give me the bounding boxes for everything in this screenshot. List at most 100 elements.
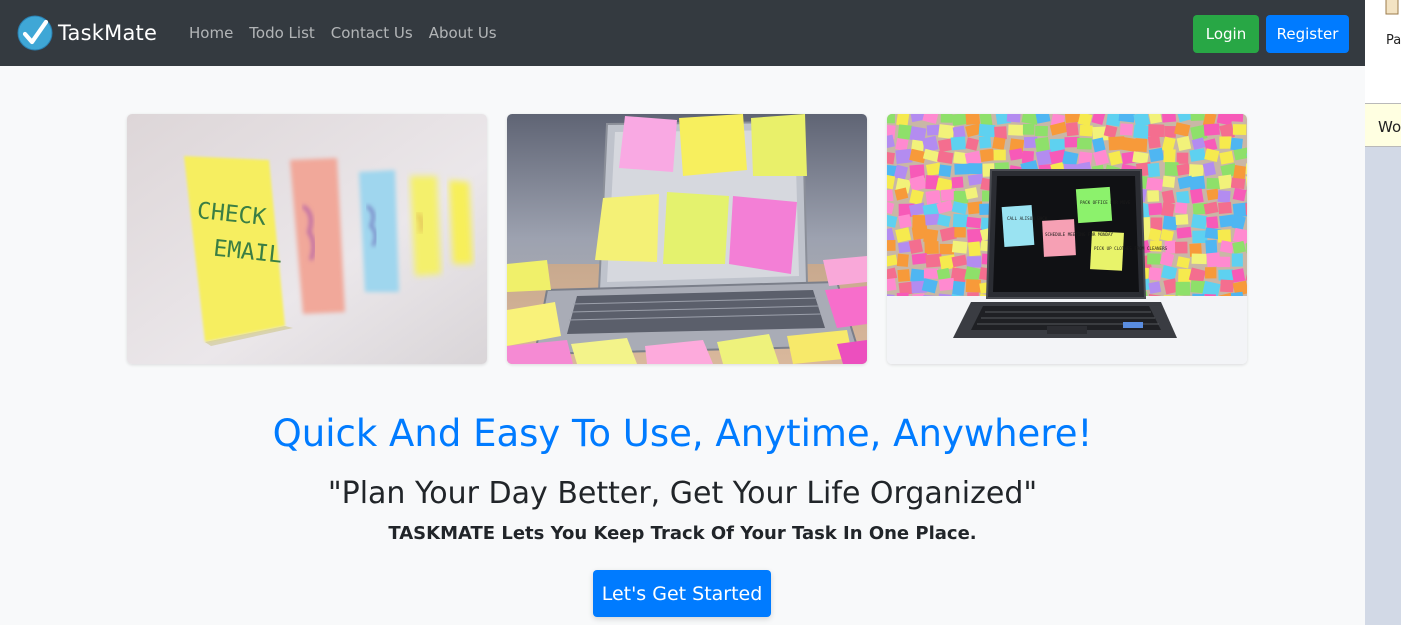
wall-sticky-note: [1035, 125, 1048, 137]
wall-sticky-note: [968, 163, 983, 175]
wall-sticky-note: [1231, 114, 1244, 122]
wall-sticky-note: [1079, 124, 1093, 137]
register-button[interactable]: Register: [1266, 15, 1349, 53]
wall-sticky-note: [1148, 124, 1165, 138]
wall-sticky-note: [925, 253, 943, 268]
wall-sticky-note: [1175, 281, 1191, 296]
wall-sticky-note: [1205, 267, 1217, 279]
sticky-notes-illustration: CHECK EMAIL: [127, 114, 487, 364]
wall-sticky-note: [1206, 216, 1219, 230]
wall-sticky-note: [940, 114, 953, 123]
wall-sticky-note: [1147, 135, 1161, 149]
laptop-sticky-notes-illustration: [507, 114, 867, 364]
brand-name: TaskMate: [58, 21, 158, 45]
wall-sticky-note: [1147, 190, 1160, 202]
nav-links: Home Todo List Contact Us About Us: [189, 24, 497, 42]
wall-sticky-note: [1188, 175, 1206, 191]
wall-sticky-note: [1217, 229, 1232, 243]
wall-sticky-note: [897, 241, 911, 254]
wall-sticky-note: [895, 137, 909, 152]
wall-sticky-note: [1162, 175, 1176, 188]
wall-sticky-note: [1232, 164, 1247, 181]
wall-sticky-note: [938, 277, 955, 291]
wall-sticky-note: [1190, 114, 1205, 122]
wall-sticky-note: [1161, 114, 1177, 123]
wall-sticky-note: [965, 279, 981, 293]
wall-sticky-note: [1218, 174, 1233, 190]
screen-note-call-alison: CALL ALISON BACK: [1007, 216, 1048, 221]
wall-sticky-note: [908, 238, 924, 254]
wall-sticky-note: [978, 123, 996, 138]
wall-sticky-note: [1206, 188, 1220, 201]
wall-sticky-note: [1064, 114, 1081, 124]
wall-sticky-note: [1231, 253, 1243, 267]
wall-sticky-note: [1175, 214, 1189, 226]
wall-sticky-note: [1219, 240, 1234, 254]
wall-sticky-note: [1191, 253, 1207, 265]
login-button[interactable]: Login: [1193, 15, 1259, 53]
wall-sticky-note: [1220, 279, 1234, 293]
wall-sticky-note: [1219, 150, 1234, 165]
wall-sticky-note: [896, 253, 909, 267]
wall-sticky-note: [898, 214, 912, 229]
wall-sticky-note: [952, 213, 969, 229]
wall-sticky-note: [950, 136, 967, 151]
wall-sticky-note: [1218, 269, 1234, 281]
wall-sticky-note: [1217, 190, 1231, 203]
wall-sticky-note: [1148, 267, 1162, 281]
wall-sticky-note: [1176, 152, 1189, 164]
wall-sticky-note: [911, 253, 928, 265]
wall-sticky-note: [1147, 253, 1161, 265]
wall-sticky-note: [1232, 187, 1247, 202]
wall-sticky-note: [1022, 123, 1035, 135]
wall-sticky-note: [951, 114, 968, 126]
laptop-covered-sticky-notes-photo: [507, 114, 867, 364]
wall-sticky-note: [979, 148, 995, 162]
wall-sticky-note: [1145, 177, 1164, 192]
wall-sticky-note: [924, 241, 939, 255]
wall-sticky-note: [938, 164, 952, 177]
hero-quote: "Plan Your Day Better, Get Your Life Org…: [327, 476, 1038, 511]
wall-sticky-note: [1006, 114, 1021, 123]
wall-sticky-note: [1162, 215, 1178, 231]
wall-sticky-note: [1189, 188, 1204, 204]
wall-sticky-note: [1062, 150, 1079, 167]
nav-link-home[interactable]: Home: [189, 24, 233, 42]
brand-logo-link[interactable]: TaskMate: [17, 15, 157, 51]
wall-sticky-note: [1076, 137, 1092, 150]
wall-sticky-note: [968, 241, 981, 257]
wall-sticky-note: [1009, 148, 1024, 161]
wall-sticky-note: [926, 124, 941, 136]
checkmark-logo-icon: [17, 15, 53, 51]
adjacent-window-edge: Pa Wo: [1365, 0, 1401, 625]
nav-link-todo-list[interactable]: Todo List: [249, 24, 314, 42]
get-started-button[interactable]: Let's Get Started: [593, 570, 771, 617]
nav-link-about-us[interactable]: About Us: [429, 24, 497, 42]
wall-sticky-note: [954, 163, 970, 175]
wall-sticky-note: [938, 124, 955, 139]
wall-sticky-note: [1164, 125, 1176, 138]
wall-sticky-note: [1148, 147, 1165, 163]
wall-sticky-note: [992, 136, 1006, 150]
screen-note-schedule-meeting: SCHEDULE MEETING FOR MONDAY: [1045, 232, 1114, 237]
wall-sticky-note: [1191, 214, 1208, 230]
wall-sticky-note: [1161, 202, 1175, 217]
wall-sticky-note: [1174, 241, 1188, 254]
nav-link-contact-us[interactable]: Contact Us: [331, 24, 413, 42]
wall-sticky-note: [1134, 138, 1148, 153]
wall-sticky-note: [939, 243, 955, 255]
wall-sticky-note: [1176, 226, 1192, 239]
wall-sticky-note: [1219, 136, 1232, 149]
laptop-sticky-notes-wall-photo: CALL ALISON BACK SCHEDULE MEETING FOR MO…: [887, 114, 1247, 364]
wall-sticky-note: [1164, 161, 1179, 176]
wall-sticky-note: [954, 227, 966, 238]
wall-sticky-note: [897, 269, 911, 282]
wall-sticky-note: [1148, 202, 1163, 216]
wall-sticky-note: [993, 149, 1006, 161]
screen-note-pack-office: PACK OFFICE FOR MOVE: [1080, 200, 1131, 205]
wall-sticky-note: [895, 148, 913, 164]
tooltip-popup: Wo: [1365, 103, 1401, 147]
wall-sticky-note: [925, 190, 941, 205]
wall-sticky-note: [1147, 162, 1161, 178]
wall-sticky-note: [896, 114, 910, 127]
